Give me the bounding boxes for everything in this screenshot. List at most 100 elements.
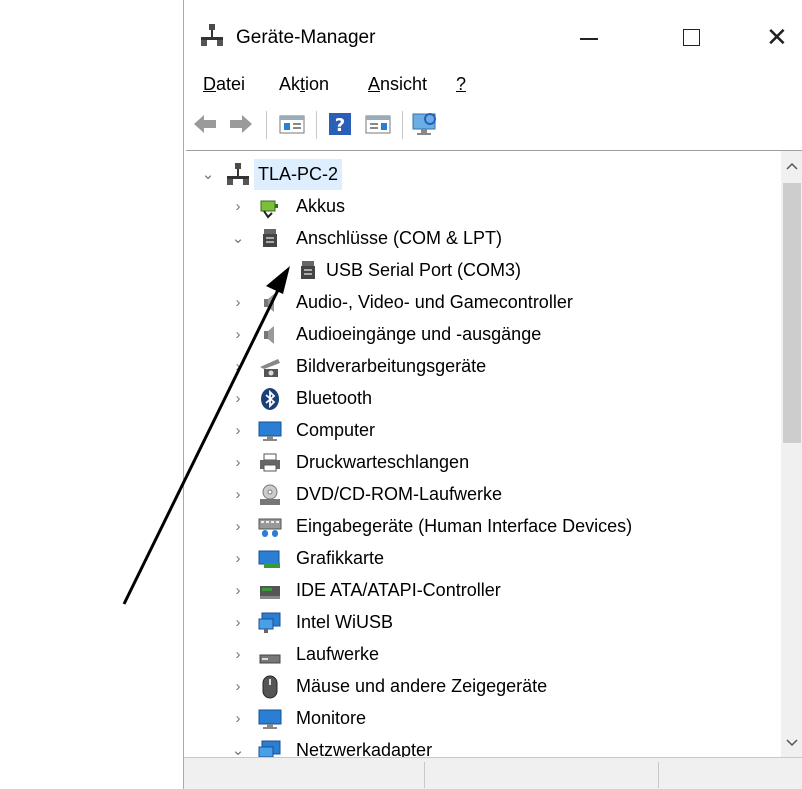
chevron-down-icon[interactable]: ⌄ [198,159,218,190]
network-computer-icon [226,163,250,187]
device-manager-window: Geräte-Manager ✕ Datei Aktion Ansicht ? … [183,0,802,789]
chevron-right-icon[interactable]: › [228,447,248,478]
chevron-up-icon [786,162,798,170]
tree-item-label: Akkus [296,196,346,216]
chevron-right-icon[interactable]: › [228,575,248,606]
tree-item-hid[interactable]: › Eingabegeräte (Human Interface Devices… [186,511,780,542]
menu-aktion-label-end: ion [305,74,330,94]
chevron-right-icon[interactable]: › [228,639,248,670]
status-separator [424,762,425,788]
tree-item-bluetooth[interactable]: › Bluetooth [186,383,780,414]
tree-item-label: Eingabegeräte (Human Interface Devices) [296,516,633,536]
menu-aktion[interactable]: Aktion [279,70,329,98]
menu-datei[interactable]: Datei [203,70,245,98]
network-icon [258,611,282,635]
network-icon [258,739,282,757]
menu-datei-label: atei [216,74,246,94]
disc-drive-icon [258,483,282,507]
tree-item-label: IDE ATA/ATAPI-Controller [296,580,501,600]
scroll-up-button[interactable] [781,151,802,179]
tree-item-drives[interactable]: › Laufwerke [186,639,780,670]
vertical-scrollbar[interactable] [781,151,802,757]
properties-panel-icon [279,115,305,134]
tree-item-computer[interactable]: › Computer [186,415,780,446]
tree-item-audio-video[interactable]: › Audio-, Video- und Gamecontroller [186,287,780,318]
tree-item-label: Computer [296,420,376,440]
tree-item-imaging[interactable]: › Bildverarbeitungsgeräte [186,351,780,382]
chevron-down-icon[interactable]: ⌄ [228,735,248,757]
tree-item-label: Anschlüsse (COM & LPT) [296,228,503,248]
mouse-icon [258,675,282,699]
chevron-right-icon[interactable]: › [228,287,248,318]
close-icon: ✕ [766,22,788,52]
tree-item-label: Grafikkarte [296,548,385,568]
action-panel-icon [365,115,391,134]
tree-item-intel-wiusb[interactable]: › Intel WiUSB [186,607,780,638]
tree-root[interactable]: ⌄ TLA-PC-2 [186,159,780,190]
help-button[interactable]: ? [326,109,354,139]
scroll-thumb[interactable] [783,183,801,443]
tree-item-label: Bildverarbeitungsgeräte [296,356,487,376]
chevron-right-icon[interactable]: › [228,319,248,350]
chevron-right-icon[interactable]: › [228,607,248,638]
status-bar [184,757,802,789]
tree-item-mice[interactable]: › Mäuse und andere Zeigegeräte [186,671,780,702]
bluetooth-icon [258,387,282,411]
chevron-right-icon[interactable]: › [228,511,248,542]
chevron-right-icon[interactable]: › [228,543,248,574]
tree-item-dvd-cdrom[interactable]: › DVD/CD-ROM-Laufwerke [186,479,780,510]
action-panel-button[interactable] [364,109,392,139]
chevron-right-icon[interactable]: › [228,671,248,702]
back-button[interactable] [192,109,220,139]
device-tree[interactable]: ⌄ TLA-PC-2 › Akkus ⌄ Anschlüsse (COM & L… [186,150,802,757]
maximize-icon [683,29,700,46]
tree-item-usb-serial-port[interactable]: USB Serial Port (COM3) [186,255,780,286]
back-icon [194,115,216,133]
tree-item-network-adapters[interactable]: ⌄ Netzwerkadapter [186,735,780,757]
tree-item-label: Mäuse und andere Zeigegeräte [296,676,548,696]
chevron-right-icon[interactable]: › [228,191,248,222]
camera-icon [258,355,282,379]
menu-help-mnemonic: ? [456,74,467,94]
menu-help[interactable]: ? [456,70,466,98]
minimize-icon [580,38,598,40]
chevron-down-icon [786,739,798,747]
chevron-right-icon[interactable]: › [228,703,248,734]
hid-icon [258,515,282,539]
tree-item-ide-controller[interactable]: › IDE ATA/ATAPI-Controller [186,575,780,606]
forward-icon [230,115,252,133]
tree-item-print-queues[interactable]: › Druckwarteschlangen [186,447,780,478]
tree-root-label: TLA-PC-2 [254,159,343,190]
scroll-down-button[interactable] [781,729,802,757]
speaker-icon [258,323,282,347]
chevron-right-icon[interactable]: › [228,415,248,446]
minimize-button[interactable] [566,22,612,54]
forward-button[interactable] [228,109,256,139]
scan-hardware-button[interactable] [410,109,438,139]
chevron-right-icon[interactable]: › [228,383,248,414]
tree-item-audio-io[interactable]: › Audioeingänge und -ausgänge [186,319,780,350]
port-icon [296,259,320,283]
help-icon: ? [329,113,351,136]
monitor-icon [258,707,282,731]
toolbar-separator [316,111,317,139]
chevron-right-icon[interactable]: › [228,479,248,510]
maximize-button[interactable] [668,22,714,54]
close-button[interactable]: ✕ [756,22,802,54]
tree-item-graphics-card[interactable]: › Grafikkarte [186,543,780,574]
menu-ansicht[interactable]: Ansicht [368,70,427,98]
tree-item-label: Audio-, Video- und Gamecontroller [296,292,573,312]
tree-item-akkus[interactable]: › Akkus [186,191,780,222]
tree-item-monitors[interactable]: › Monitore [186,703,780,734]
chevron-right-icon[interactable]: › [228,351,248,382]
chevron-down-icon[interactable]: ⌄ [228,223,248,254]
title-bar[interactable]: Geräte-Manager ✕ [184,12,802,62]
tree-item-anschluesse[interactable]: ⌄ Anschlüsse (COM & LPT) [186,223,780,254]
tree-item-label: Laufwerke [296,644,380,664]
menu-ansicht-label: nsicht [380,74,428,94]
properties-panel-button[interactable] [278,109,306,139]
menu-aktion-label-start: Ak [279,74,301,94]
network-computer-icon [201,24,223,48]
toolbar: ? [184,105,802,145]
battery-icon [258,195,282,219]
